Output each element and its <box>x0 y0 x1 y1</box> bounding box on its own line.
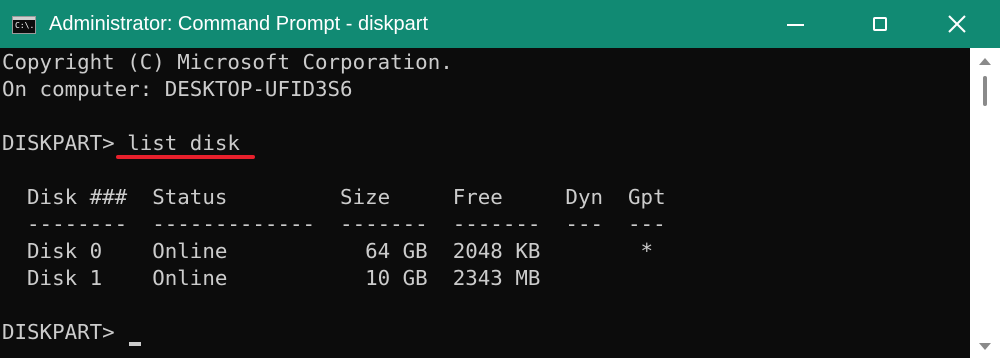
icon-glyph-text: C:\. <box>15 21 35 30</box>
scroll-up-arrow-icon[interactable] <box>979 58 991 65</box>
maximize-icon <box>873 17 887 31</box>
console-line: On computer: DESKTOP-UFID3S6 <box>2 77 353 101</box>
console-line: Copyright (C) Microsoft Corporation. <box>2 50 453 74</box>
vertical-scrollbar[interactable] <box>970 48 1000 358</box>
command-prompt-window: C:\. Administrator: Command Prompt - dis… <box>0 0 1000 358</box>
window-title: Administrator: Command Prompt - diskpart <box>49 13 429 35</box>
close-button[interactable] <box>925 0 993 48</box>
table-header-row: Disk ### Status Size Free Dyn Gpt <box>2 185 666 209</box>
console-output[interactable]: Copyright (C) Microsoft Corporation. On … <box>0 48 970 358</box>
maximize-button[interactable] <box>846 0 914 48</box>
table-row: Disk 0 Online 64 GB 2048 KB * <box>2 239 654 263</box>
table-separator-row: -------- ------------- ------- ------- -… <box>2 212 666 236</box>
text-cursor <box>129 342 141 346</box>
icon-bar <box>13 17 35 20</box>
cmd-app-icon[interactable]: C:\. <box>12 16 36 34</box>
command-highlight-underline <box>116 155 255 159</box>
console-command-line: DISKPART> list disk <box>2 131 240 155</box>
scroll-down-arrow-icon[interactable] <box>979 343 991 350</box>
minimize-button[interactable] <box>764 0 832 48</box>
table-row: Disk 1 Online 10 GB 2343 MB <box>2 266 541 290</box>
title-bar[interactable]: C:\. Administrator: Command Prompt - dis… <box>0 0 1000 48</box>
minimize-icon <box>787 24 804 26</box>
scrollbar-thumb[interactable] <box>983 76 987 106</box>
close-icon <box>948 15 966 33</box>
console-prompt-line: DISKPART> <box>2 320 128 344</box>
